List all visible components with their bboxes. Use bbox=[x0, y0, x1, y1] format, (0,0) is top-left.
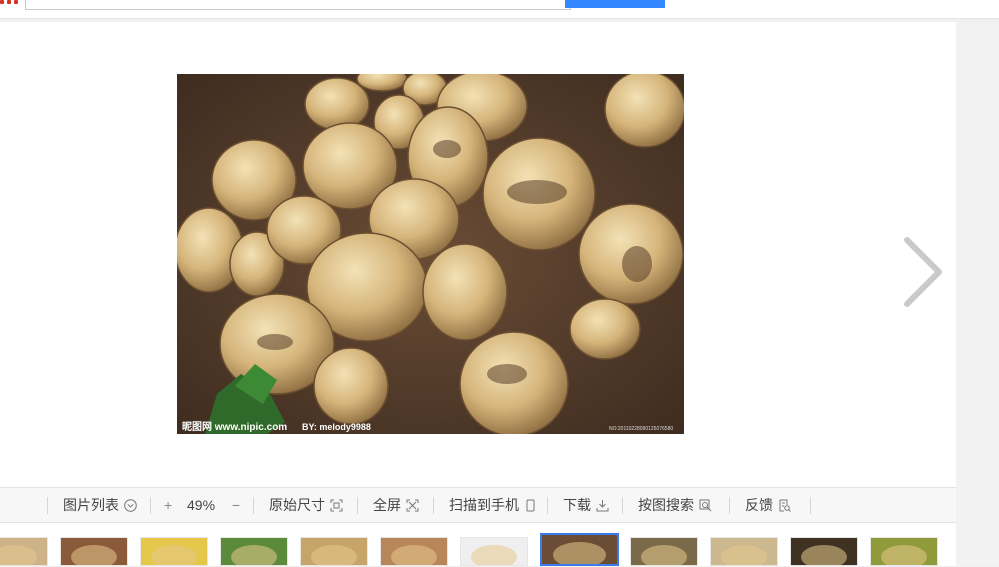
thumbnail-item[interactable] bbox=[300, 537, 368, 566]
toolbar-divider bbox=[47, 497, 48, 514]
potato-photo: 昵图网 www.nipic.com BY: melody9988 NO:2011… bbox=[177, 74, 684, 434]
zoom-out-button[interactable]: − bbox=[232, 488, 240, 522]
toolbar-divider bbox=[357, 497, 358, 514]
toolbar-divider bbox=[547, 497, 548, 514]
feedback-label: 反馈 bbox=[745, 497, 773, 513]
image-list-button[interactable]: 图片列表 bbox=[63, 488, 137, 522]
thumbnail-item[interactable] bbox=[870, 537, 938, 566]
thumbnail-item[interactable] bbox=[460, 537, 528, 566]
phone-icon bbox=[526, 499, 535, 511]
thumbnail-image bbox=[800, 544, 848, 565]
scan-to-phone-label: 扫描到手机 bbox=[449, 497, 519, 513]
thumbnail-image bbox=[230, 544, 278, 565]
toolbar-divider bbox=[433, 497, 434, 514]
thumbnail-image bbox=[553, 542, 606, 564]
top-search-bar bbox=[0, 0, 999, 19]
viewer-toolbar: 图片列表 + 49% − 原始尺寸 全屏 扫描到手机 下载 按图搜索 反馈 bbox=[0, 487, 956, 523]
zoom-in-button[interactable]: + bbox=[164, 488, 172, 522]
thumbnail-image bbox=[70, 544, 118, 565]
feedback-button[interactable]: 反馈 bbox=[745, 488, 791, 522]
toolbar-divider bbox=[150, 497, 151, 514]
zoom-out-label: − bbox=[232, 497, 241, 513]
thumbnail-item[interactable] bbox=[140, 537, 208, 566]
thumbnail-image bbox=[880, 544, 928, 565]
thumbnail-image bbox=[310, 544, 358, 565]
fullscreen-label: 全屏 bbox=[373, 497, 401, 513]
thumbnail-item[interactable] bbox=[60, 537, 128, 566]
zoom-in-label: + bbox=[164, 497, 173, 513]
thumbnail-image bbox=[720, 544, 768, 565]
thumbnail-item[interactable] bbox=[0, 537, 48, 566]
toolbar-divider bbox=[622, 497, 623, 514]
chevron-right-icon bbox=[904, 237, 942, 307]
right-gutter bbox=[956, 22, 999, 566]
search-input[interactable] bbox=[25, 0, 571, 10]
thumbnail-image bbox=[640, 544, 688, 565]
search-button[interactable] bbox=[565, 0, 665, 8]
logo[interactable] bbox=[0, 0, 18, 6]
search-by-image-label: 按图搜索 bbox=[638, 497, 694, 513]
fullscreen-button[interactable]: 全屏 bbox=[373, 488, 419, 522]
thumbnail-item[interactable] bbox=[790, 537, 858, 566]
thumbnail-item[interactable] bbox=[540, 533, 619, 566]
original-size-icon bbox=[330, 499, 343, 511]
thumbnail-image bbox=[470, 544, 518, 565]
main-photo[interactable]: 昵图网 www.nipic.com BY: melody9988 NO:2011… bbox=[177, 74, 684, 434]
feedback-icon bbox=[779, 499, 791, 512]
original-size-label: 原始尺寸 bbox=[269, 497, 325, 513]
thumbnail-item[interactable] bbox=[220, 537, 288, 566]
image-search-icon bbox=[699, 499, 712, 511]
thumbnail-strip bbox=[0, 523, 956, 566]
scan-to-phone-button[interactable]: 扫描到手机 bbox=[449, 488, 537, 522]
next-image-button[interactable] bbox=[895, 232, 949, 316]
search-by-image-button[interactable]: 按图搜索 bbox=[638, 488, 712, 522]
image-list-label: 图片列表 bbox=[63, 497, 119, 513]
chevron-down-circle-icon bbox=[124, 498, 137, 512]
thumbnail-image bbox=[390, 544, 438, 565]
toolbar-divider bbox=[729, 497, 730, 514]
thumbnail-item[interactable] bbox=[710, 537, 778, 566]
watermark-id: NO:20110228090125076580 bbox=[609, 426, 673, 432]
original-size-button[interactable]: 原始尺寸 bbox=[269, 488, 343, 522]
thumbnail-item[interactable] bbox=[630, 537, 698, 566]
download-button[interactable]: 下载 bbox=[563, 488, 609, 522]
thumbnail-item[interactable] bbox=[380, 537, 448, 566]
watermark-author: BY: melody9988 bbox=[302, 422, 371, 432]
fullscreen-icon bbox=[406, 499, 419, 511]
watermark-site: 昵图网 www.nipic.com bbox=[182, 421, 287, 433]
toolbar-divider bbox=[253, 497, 254, 514]
thumbnail-image bbox=[150, 544, 198, 565]
download-icon bbox=[596, 499, 609, 511]
zoom-level: 49% bbox=[187, 497, 216, 513]
download-label: 下载 bbox=[563, 497, 591, 513]
toolbar-divider bbox=[810, 497, 811, 514]
thumbnail-image bbox=[0, 544, 38, 565]
